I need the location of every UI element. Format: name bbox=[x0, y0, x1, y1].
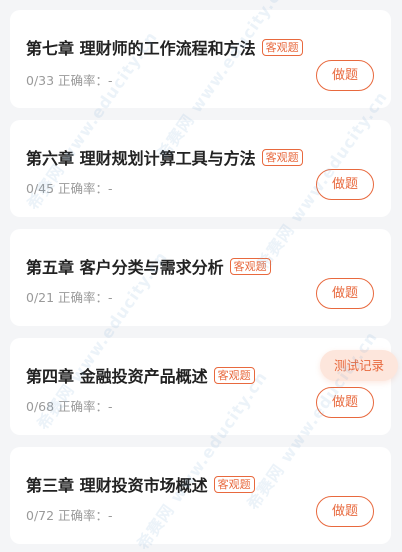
question-type-tag: 客观题 bbox=[213, 366, 255, 384]
chapter-title: 第五章 客户分类与需求分析 客观题 bbox=[26, 253, 271, 279]
chapter-card-6: 第六章 理财规划计算工具与方法 客观题 0/45 正确率：- 做题 bbox=[10, 120, 391, 217]
progress-label: 0/33 正确率：- bbox=[26, 73, 113, 88]
chapter-title-text: 第三章 理财投资市场概述 bbox=[26, 476, 208, 495]
do-questions-button[interactable]: 做题 bbox=[316, 496, 374, 527]
progress-label: 0/68 正确率：- bbox=[26, 399, 113, 414]
progress-label: 0/45 正确率：- bbox=[26, 181, 113, 196]
chapter-title: 第七章 理财师的工作流程和方法 客观题 bbox=[26, 34, 303, 60]
test-record-button[interactable]: 测试记录 bbox=[320, 350, 398, 381]
question-type-tag: 客观题 bbox=[213, 475, 255, 493]
do-questions-button[interactable]: 做题 bbox=[316, 387, 374, 418]
do-questions-button[interactable]: 做题 bbox=[316, 169, 374, 200]
chapter-card-5: 第五章 客户分类与需求分析 客观题 0/21 正确率：- 做题 bbox=[10, 229, 391, 326]
chapter-card-3: 第三章 理财投资市场概述 客观题 0/72 正确率：- 做题 bbox=[10, 447, 391, 544]
chapter-title: 第三章 理财投资市场概述 客观题 bbox=[26, 471, 255, 497]
progress-label: 0/72 正确率：- bbox=[26, 508, 113, 523]
chapter-card-7: 第七章 理财师的工作流程和方法 客观题 0/33 正确率：- 做题 bbox=[10, 10, 391, 108]
chapter-title-text: 第五章 客户分类与需求分析 bbox=[26, 258, 224, 277]
chapter-title-text: 第六章 理财规划计算工具与方法 bbox=[26, 149, 256, 168]
do-questions-button[interactable]: 做题 bbox=[316, 60, 374, 91]
chapter-title: 第四章 金融投资产品概述 客观题 bbox=[26, 362, 255, 388]
question-type-tag: 客观题 bbox=[261, 148, 303, 166]
chapter-title: 第六章 理财规划计算工具与方法 客观题 bbox=[26, 144, 303, 170]
do-questions-button[interactable]: 做题 bbox=[316, 278, 374, 309]
question-type-tag: 客观题 bbox=[229, 257, 271, 275]
chapter-title-text: 第七章 理财师的工作流程和方法 bbox=[26, 39, 256, 58]
question-type-tag: 客观题 bbox=[261, 38, 303, 56]
chapter-title-text: 第四章 金融投资产品概述 bbox=[26, 367, 208, 386]
progress-label: 0/21 正确率：- bbox=[26, 290, 113, 305]
